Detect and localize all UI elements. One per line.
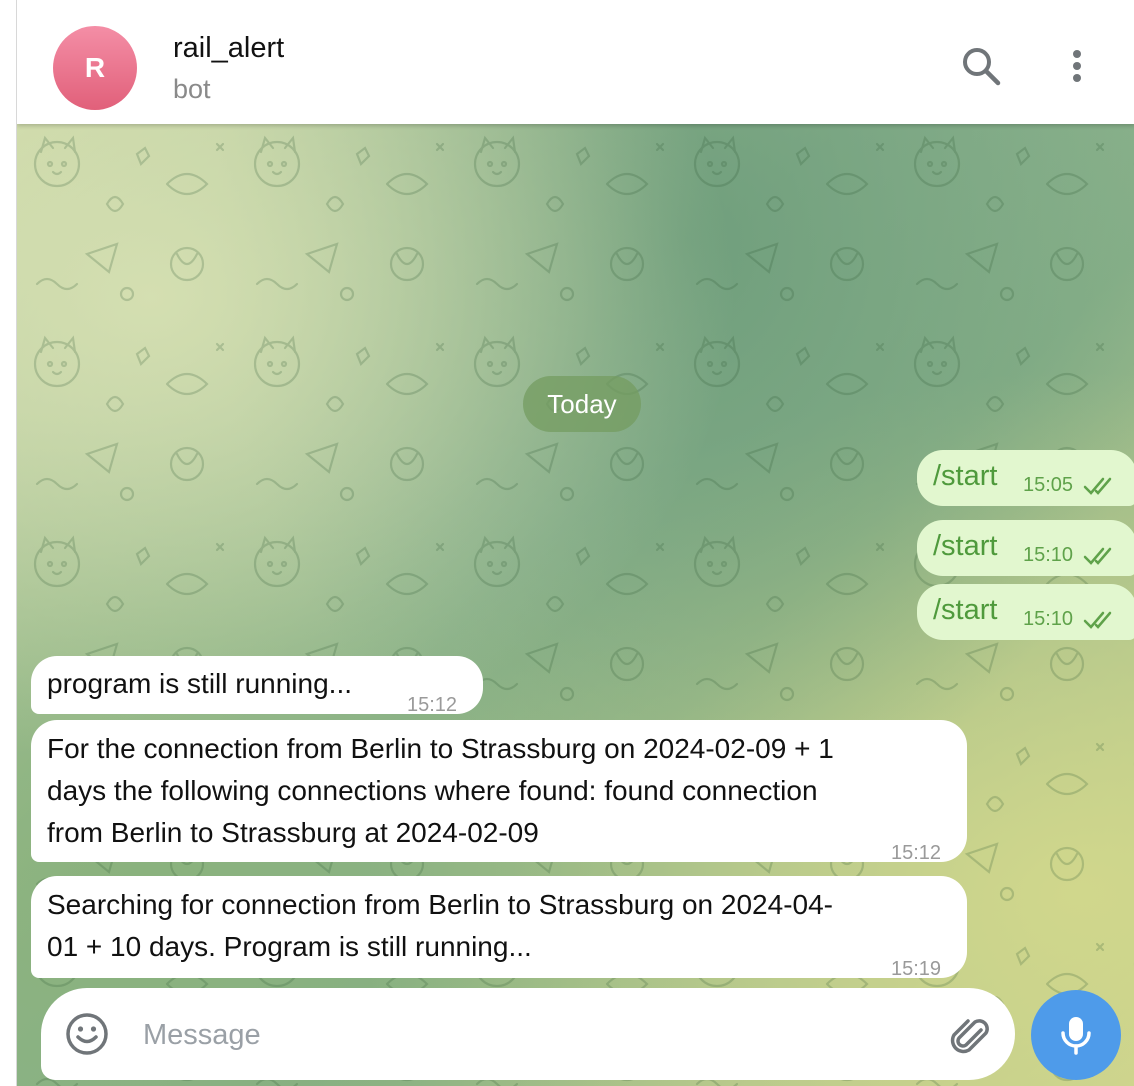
message-time: 15:10	[1023, 544, 1074, 566]
message-time: 15:12	[891, 842, 942, 864]
incoming-message[interactable]: program is still running... 15:12	[31, 656, 483, 716]
attach-icon	[950, 1019, 989, 1054]
message-time: 15:19	[891, 958, 942, 980]
message-text: /start	[933, 594, 998, 626]
message-input[interactable]	[141, 1010, 925, 1060]
avatar[interactable]: R	[53, 26, 137, 110]
outgoing-message[interactable]: /start 15:10	[917, 584, 1134, 640]
voice-record-button[interactable]	[1031, 990, 1121, 1080]
double-check-icon	[1083, 547, 1112, 565]
chat-header: R rail_alert bot	[17, 0, 1134, 124]
chat-app: R rail_alert bot Today /start 15:05 /sta…	[16, 0, 1134, 1086]
incoming-message[interactable]: Searching for connection from Berlin to …	[31, 876, 967, 980]
message-text: /start	[933, 460, 998, 492]
attach-button[interactable]	[947, 1012, 991, 1056]
message-text: /start	[933, 530, 998, 562]
avatar-letter: R	[84, 52, 106, 83]
double-check-icon	[1083, 477, 1112, 495]
message-composer	[41, 988, 1015, 1080]
chat-subtitle: bot	[173, 74, 211, 104]
message-text: program is still running...	[47, 668, 353, 699]
search-button[interactable]	[959, 44, 1003, 88]
message-time: 15:05	[1023, 474, 1074, 496]
message-text: For the connection from Berlin to Strass…	[47, 733, 834, 848]
more-vert-icon	[1073, 50, 1081, 82]
outgoing-message[interactable]: /start 15:05	[917, 450, 1134, 506]
incoming-message[interactable]: For the connection from Berlin to Strass…	[31, 720, 967, 864]
date-separator: Today	[523, 376, 641, 432]
message-text: Searching for connection from Berlin to …	[47, 889, 833, 962]
mic-icon	[1061, 1017, 1091, 1055]
more-options-button[interactable]	[1055, 44, 1099, 88]
double-check-icon	[1083, 611, 1112, 629]
search-icon	[963, 48, 1001, 86]
chat-title[interactable]: rail_alert	[173, 32, 284, 65]
chat-area[interactable]: Today /start 15:05 /start 15:10 /start 1…	[17, 124, 1134, 1086]
emoji-icon	[66, 1013, 108, 1055]
emoji-button[interactable]	[65, 1012, 109, 1056]
outgoing-message[interactable]: /start 15:10	[917, 520, 1134, 576]
message-time: 15:10	[1023, 608, 1074, 630]
